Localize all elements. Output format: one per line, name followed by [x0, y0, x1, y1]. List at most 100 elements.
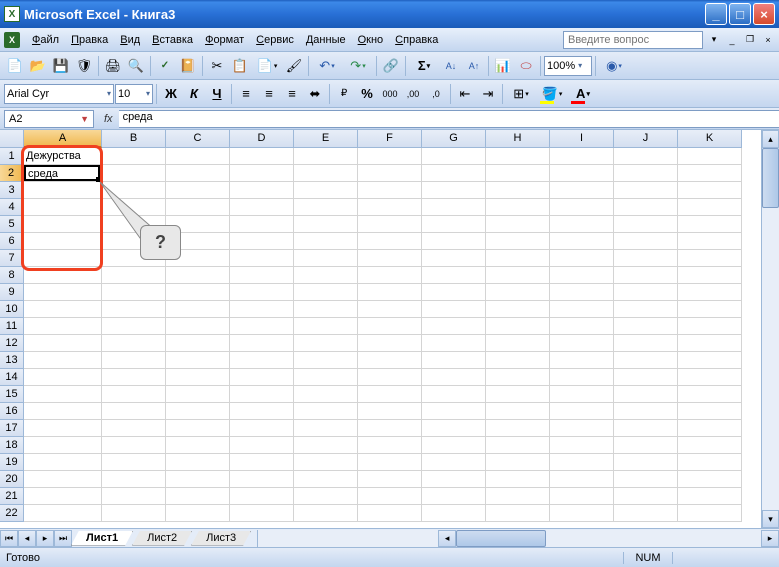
cell-I20[interactable]	[550, 471, 614, 488]
cell-H3[interactable]	[486, 182, 550, 199]
row-header-3[interactable]: 3	[0, 182, 24, 199]
cell-C1[interactable]	[166, 148, 230, 165]
scroll-up-button[interactable]: ▴	[762, 130, 779, 148]
cell-H14[interactable]	[486, 369, 550, 386]
cell-I3[interactable]	[550, 182, 614, 199]
cell-F15[interactable]	[358, 386, 422, 403]
row-header-18[interactable]: 18	[0, 437, 24, 454]
cell-G4[interactable]	[422, 199, 486, 216]
cell-K19[interactable]	[678, 454, 742, 471]
help-button[interactable]: ◉▾	[599, 55, 629, 77]
row-header-10[interactable]: 10	[0, 301, 24, 318]
cell-G10[interactable]	[422, 301, 486, 318]
permission-button[interactable]: 🛡	[73, 55, 95, 77]
autosum-button[interactable]: Σ▾	[409, 55, 439, 77]
row-header-19[interactable]: 19	[0, 454, 24, 471]
bold-button[interactable]: Ж	[160, 83, 182, 105]
cell-E14[interactable]	[294, 369, 358, 386]
cell-J22[interactable]	[614, 505, 678, 522]
cell-G5[interactable]	[422, 216, 486, 233]
cell-H20[interactable]	[486, 471, 550, 488]
column-header-F[interactable]: F	[358, 130, 422, 148]
cell-F18[interactable]	[358, 437, 422, 454]
comma-button[interactable]: 000	[379, 83, 401, 105]
row-header-17[interactable]: 17	[0, 420, 24, 437]
cell-F11[interactable]	[358, 318, 422, 335]
cell-A1[interactable]: Дежурства	[24, 148, 102, 165]
cell-E17[interactable]	[294, 420, 358, 437]
chart-wizard-button[interactable]: 📊	[492, 55, 514, 77]
name-box[interactable]: A2▼	[4, 110, 94, 128]
sheet-tab-Лист2[interactable]: Лист2	[132, 531, 192, 546]
cell-C15[interactable]	[166, 386, 230, 403]
cell-G16[interactable]	[422, 403, 486, 420]
row-header-22[interactable]: 22	[0, 505, 24, 522]
copy-button[interactable]: 📋	[229, 55, 251, 77]
row-header-15[interactable]: 15	[0, 386, 24, 403]
cell-A21[interactable]	[24, 488, 102, 505]
align-center-button[interactable]: ≡	[258, 83, 280, 105]
cell-H21[interactable]	[486, 488, 550, 505]
cell-A6[interactable]	[24, 233, 102, 250]
cell-I1[interactable]	[550, 148, 614, 165]
cell-D13[interactable]	[230, 352, 294, 369]
cell-A7[interactable]	[24, 250, 102, 267]
cell-E2[interactable]	[294, 165, 358, 182]
cell-J19[interactable]	[614, 454, 678, 471]
row-header-2[interactable]: 2	[0, 165, 24, 182]
cell-F22[interactable]	[358, 505, 422, 522]
cell-H11[interactable]	[486, 318, 550, 335]
cell-E6[interactable]	[294, 233, 358, 250]
cell-D21[interactable]	[230, 488, 294, 505]
cell-F2[interactable]	[358, 165, 422, 182]
cell-I16[interactable]	[550, 403, 614, 420]
menu-правка[interactable]: Правка	[65, 32, 114, 48]
cell-F10[interactable]	[358, 301, 422, 318]
cell-H1[interactable]	[486, 148, 550, 165]
format-painter-button[interactable]: 🖌	[283, 55, 305, 77]
new-button[interactable]: 📄	[4, 55, 26, 77]
cell-J21[interactable]	[614, 488, 678, 505]
cell-I11[interactable]	[550, 318, 614, 335]
cell-H16[interactable]	[486, 403, 550, 420]
cell-B17[interactable]	[102, 420, 166, 437]
row-header-14[interactable]: 14	[0, 369, 24, 386]
cell-E4[interactable]	[294, 199, 358, 216]
row-header-6[interactable]: 6	[0, 233, 24, 250]
row-header-4[interactable]: 4	[0, 199, 24, 216]
cell-K8[interactable]	[678, 267, 742, 284]
cell-G22[interactable]	[422, 505, 486, 522]
column-header-B[interactable]: B	[102, 130, 166, 148]
cell-A11[interactable]	[24, 318, 102, 335]
row-header-16[interactable]: 16	[0, 403, 24, 420]
cell-F8[interactable]	[358, 267, 422, 284]
cell-C12[interactable]	[166, 335, 230, 352]
cell-B15[interactable]	[102, 386, 166, 403]
cell-J18[interactable]	[614, 437, 678, 454]
cell-C20[interactable]	[166, 471, 230, 488]
cell-K18[interactable]	[678, 437, 742, 454]
cell-E8[interactable]	[294, 267, 358, 284]
cell-C11[interactable]	[166, 318, 230, 335]
menu-справка[interactable]: Справка	[389, 32, 444, 48]
cell-A9[interactable]	[24, 284, 102, 301]
column-header-H[interactable]: H	[486, 130, 550, 148]
row-header-1[interactable]: 1	[0, 148, 24, 165]
cell-K4[interactable]	[678, 199, 742, 216]
cell-B20[interactable]	[102, 471, 166, 488]
formula-input[interactable]: среда	[119, 110, 779, 128]
row-header-21[interactable]: 21	[0, 488, 24, 505]
cell-E15[interactable]	[294, 386, 358, 403]
cell-D22[interactable]	[230, 505, 294, 522]
cell-I21[interactable]	[550, 488, 614, 505]
underline-button[interactable]: Ч	[206, 83, 228, 105]
cell-I13[interactable]	[550, 352, 614, 369]
cell-J8[interactable]	[614, 267, 678, 284]
cell-K5[interactable]	[678, 216, 742, 233]
print-button[interactable]: 🖨	[102, 55, 124, 77]
cell-G6[interactable]	[422, 233, 486, 250]
scroll-left-button[interactable]: ◂	[438, 530, 456, 547]
cell-F9[interactable]	[358, 284, 422, 301]
column-header-C[interactable]: C	[166, 130, 230, 148]
doc-minimize-button[interactable]: _	[725, 33, 739, 47]
